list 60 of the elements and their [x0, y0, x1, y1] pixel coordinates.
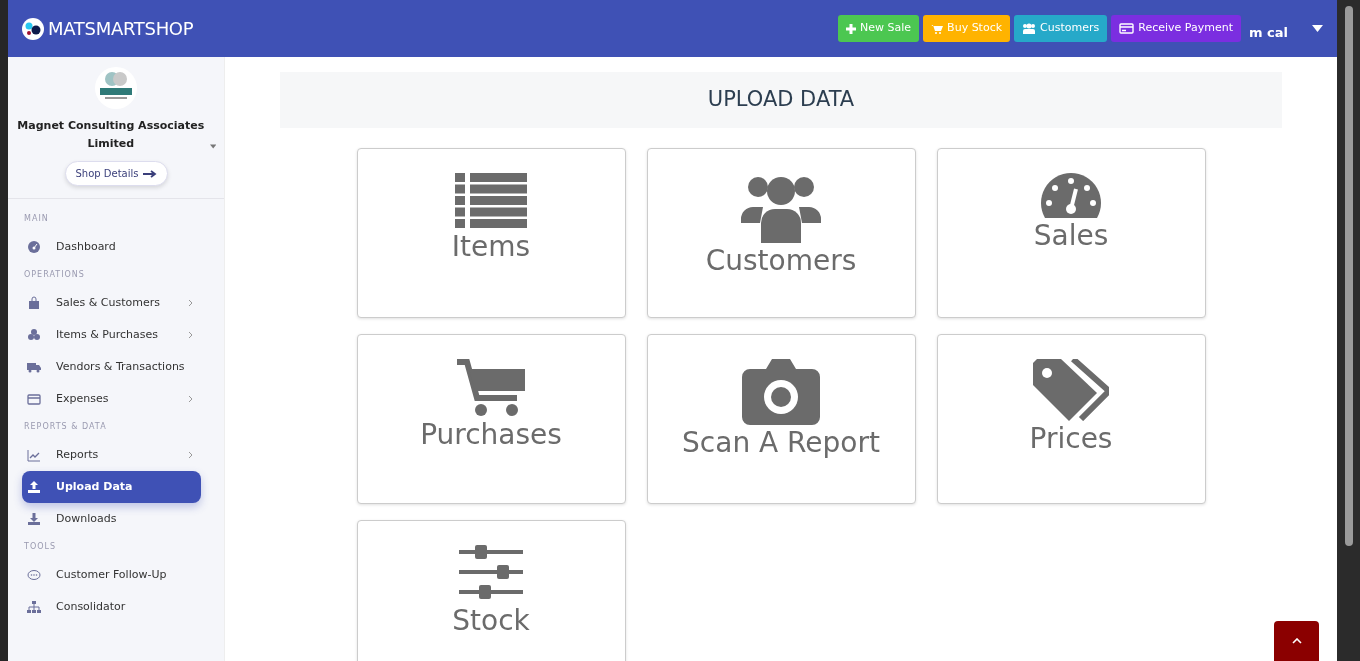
sidebar-item[interactable]: Customer Follow-Up: [22, 559, 201, 591]
section-heading: MAIN: [24, 213, 50, 225]
shop-logo: [95, 67, 137, 109]
sidebar-item[interactable]: Consolidator: [22, 591, 201, 623]
upload-tile[interactable]: Stock: [356, 519, 626, 661]
header-button[interactable]: Receive Payment: [1111, 15, 1241, 42]
bag-icon: [26, 296, 42, 310]
caret-icon[interactable]: [1312, 25, 1323, 32]
page-title: UPLOAD DATA: [280, 72, 1282, 128]
sidebar-item[interactable]: Upload Data: [22, 471, 201, 503]
caret-icon[interactable]: [209, 144, 216, 149]
download-icon: [26, 512, 42, 526]
truck-icon: [26, 360, 42, 374]
gauge-icon: [1041, 172, 1101, 218]
arrow-right-icon: [142, 169, 157, 178]
tags-icon: [1033, 358, 1109, 421]
upload-tile[interactable]: Purchases: [356, 333, 626, 504]
people-icon: [1022, 23, 1037, 34]
chart-icon: [26, 448, 42, 462]
section-heading: OPERATIONS: [24, 269, 86, 281]
boxes-icon: [26, 328, 42, 342]
logo-icon: [22, 17, 44, 40]
upload-icon: [26, 480, 42, 494]
sitemap-icon: [26, 600, 42, 614]
sidebar-item[interactable]: Dashboard: [22, 231, 201, 263]
upload-tile[interactable]: Items: [356, 147, 626, 318]
tile-label: Items: [451, 230, 531, 263]
scrollbar-thumb[interactable]: [1344, 6, 1353, 546]
upload-tile[interactable]: Customers: [646, 147, 916, 318]
cart-icon: [457, 358, 525, 417]
list-icon: [455, 172, 527, 229]
upload-tile[interactable]: Prices: [936, 333, 1206, 504]
tile-label: Prices: [1029, 422, 1113, 455]
section-heading: REPORTS & DATA: [24, 421, 108, 433]
card-icon: [1119, 23, 1135, 34]
upload-tile[interactable]: Scan A Report: [646, 333, 916, 504]
shop-name[interactable]: Magnet Consulting Associates Limited: [16, 117, 206, 153]
tile-label: Scan A Report: [682, 426, 880, 459]
section-heading: TOOLS: [24, 541, 57, 553]
tile-label: Sales: [1033, 219, 1109, 252]
brand-name[interactable]: MATSMARTSHOP: [48, 15, 194, 42]
chat-icon: [26, 568, 42, 582]
user-name[interactable]: m cal: [1249, 22, 1288, 43]
cart-icon: [931, 23, 944, 34]
sidebar-item[interactable]: Reports: [22, 439, 201, 471]
upload-tile[interactable]: Sales: [936, 147, 1206, 318]
shop-details-button[interactable]: Shop Details: [64, 161, 168, 186]
sidebar-item[interactable]: Downloads: [22, 503, 201, 535]
sidebar-item[interactable]: Items & Purchases: [22, 319, 201, 351]
chevron-up-icon: [1291, 638, 1302, 644]
plus-icon: [846, 23, 857, 34]
dashboard-icon: [26, 240, 42, 254]
camera-icon: [742, 358, 820, 425]
sidebar-item[interactable]: Expenses: [22, 383, 201, 415]
card-icon: [26, 392, 42, 406]
tile-label: Customers: [705, 244, 857, 277]
tile-label: Purchases: [420, 418, 562, 451]
sidebar-item[interactable]: Sales & Customers: [22, 287, 201, 319]
sidebar-item[interactable]: Vendors & Transactions: [22, 351, 201, 383]
tile-label: Stock: [452, 604, 530, 637]
